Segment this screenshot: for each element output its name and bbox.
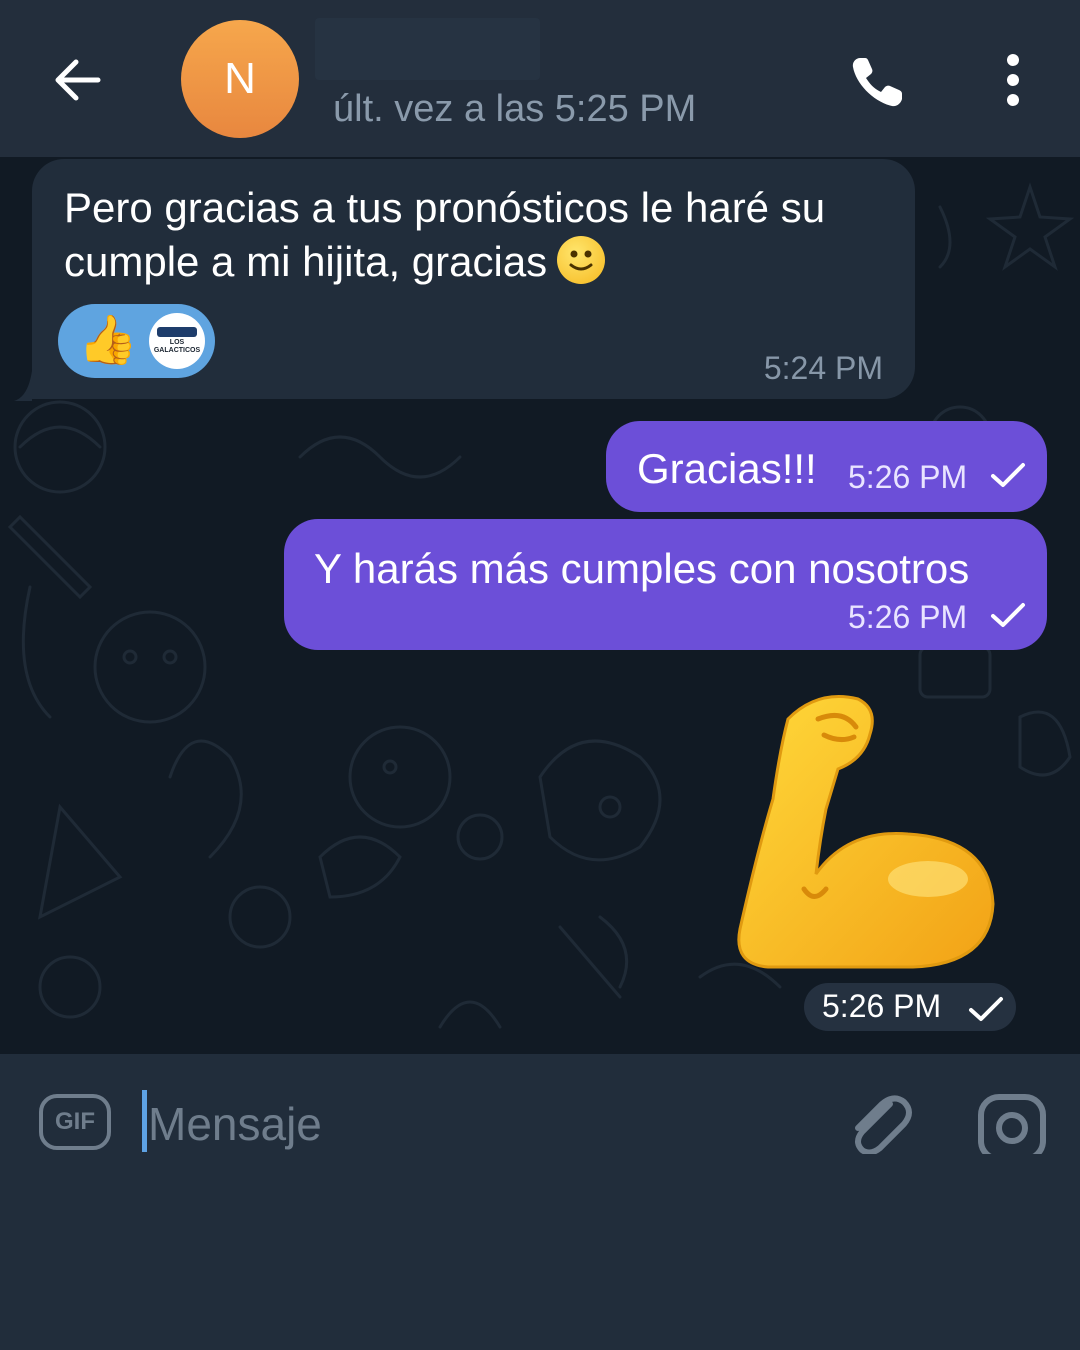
slightly-smiling-face-icon xyxy=(557,236,606,284)
chat-header: N últ. vez a las 5:25 PM xyxy=(0,0,1080,157)
flexed-biceps-sticker[interactable] xyxy=(728,689,1008,979)
last-seen-status: últ. vez a las 5:25 PM xyxy=(333,88,697,130)
message-time: 5:26 PM xyxy=(848,459,968,495)
call-button[interactable] xyxy=(846,50,910,114)
phone-icon xyxy=(852,58,902,107)
paperclip-icon xyxy=(855,1095,912,1156)
contact-name-redacted[interactable] xyxy=(315,18,540,80)
message-time: 5:26 PM xyxy=(848,599,968,635)
check-icon xyxy=(991,463,1025,487)
message-time: 5:26 PM xyxy=(822,988,942,1024)
text-cursor xyxy=(142,1090,147,1152)
message-text: Gracias!!! xyxy=(637,445,817,492)
incoming-message-bubble[interactable]: Pero gracias a tus pronósticos le haré s… xyxy=(32,159,915,399)
avatar[interactable]: N xyxy=(181,20,299,138)
bubble-tail xyxy=(14,371,32,401)
thumbs-up-reaction[interactable]: 👍 xyxy=(78,314,138,368)
arrow-left-icon xyxy=(55,59,101,101)
los-galacticos-logo[interactable]: LOS GALACTICOS xyxy=(149,313,205,369)
chat-message-list[interactable]: Pero gracias a tus pronósticos le haré s… xyxy=(0,157,1080,1054)
avatar-initial: N xyxy=(224,54,256,103)
logo-text: LOS GALACTICOS xyxy=(153,339,201,354)
sticker-time-badge: 5:26 PM xyxy=(804,983,1016,1031)
more-options-button[interactable] xyxy=(990,52,1036,108)
attach-button[interactable] xyxy=(844,1090,914,1156)
more-vertical-icon xyxy=(1007,54,1019,106)
message-input[interactable] xyxy=(148,1094,808,1154)
back-button[interactable] xyxy=(48,50,108,110)
check-icon xyxy=(991,603,1025,627)
message-text: Y harás más cumples con nosotros xyxy=(314,545,970,592)
message-reactions[interactable]: 👍 LOS GALACTICOS xyxy=(58,304,215,378)
outgoing-message-bubble[interactable]: Gracias!!! 5:26 PM xyxy=(606,421,1047,512)
gif-button[interactable]: GIF xyxy=(39,1094,111,1150)
message-text: Pero gracias a tus pronósticos le haré s… xyxy=(64,184,826,285)
keyboard-area-blank xyxy=(0,1154,1080,1350)
message-composer: GIF xyxy=(0,1054,1080,1162)
message-time: 5:24 PM xyxy=(763,350,883,386)
check-icon xyxy=(969,997,1003,1021)
outgoing-message-bubble[interactable]: Y harás más cumples con nosotros 5:26 PM xyxy=(284,519,1047,650)
